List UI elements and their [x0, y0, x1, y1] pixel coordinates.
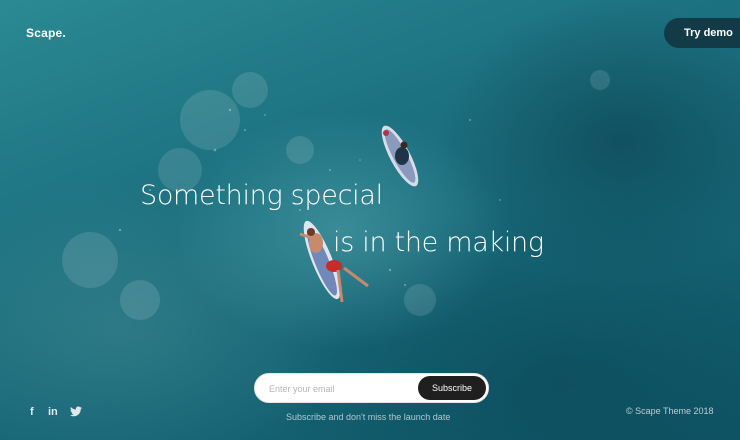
copyright-text: © Scape Theme 2018 [626, 406, 714, 416]
linkedin-icon[interactable]: in [48, 406, 58, 418]
twitter-icon[interactable] [70, 406, 82, 420]
headline-line-1: Something special [140, 180, 383, 211]
facebook-icon[interactable]: f [30, 406, 34, 418]
twitter-bird-glyph [70, 406, 82, 417]
subscribe-form: Enter your email Subscribe [254, 373, 489, 403]
subscribe-label: Subscribe [431, 383, 473, 393]
headline-line-2: is in the making [333, 227, 544, 258]
subscribe-button[interactable]: Subscribe [418, 376, 486, 400]
brand-logo[interactable]: Scape. [26, 26, 66, 40]
subscribe-note: Subscribe and don't miss the launch date [286, 412, 451, 422]
email-input[interactable]: Enter your email [269, 374, 335, 404]
try-demo-label: Try demo [684, 27, 733, 39]
try-demo-button[interactable]: Try demo [664, 18, 740, 48]
